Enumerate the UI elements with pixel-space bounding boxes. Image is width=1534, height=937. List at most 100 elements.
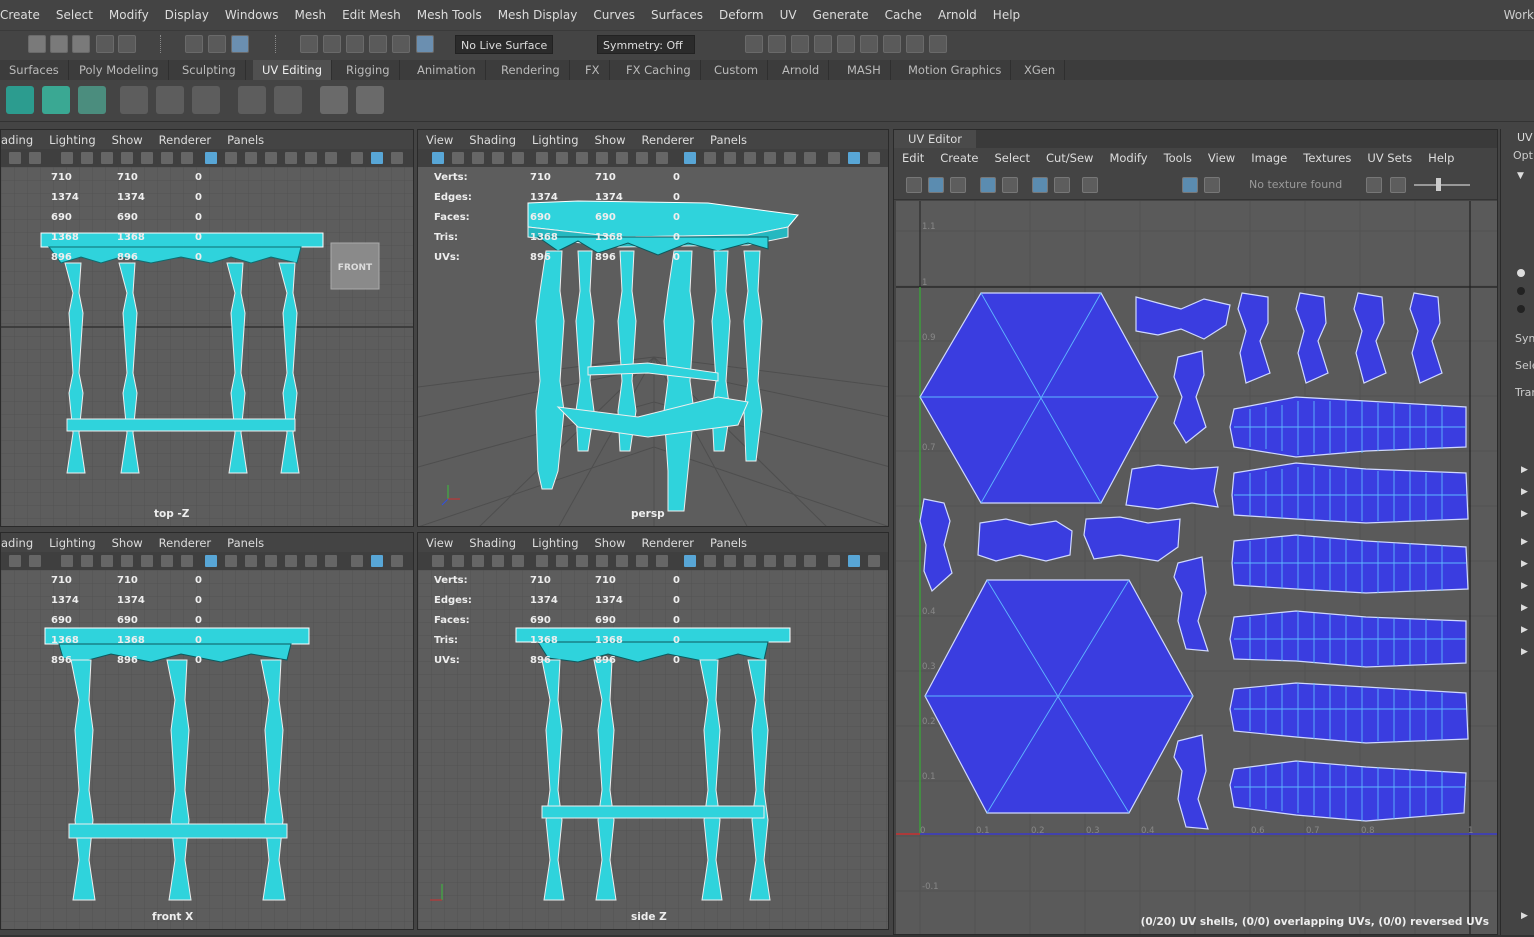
planar-map-icon[interactable]: [6, 86, 34, 114]
resolution-gate-icon[interactable]: [576, 555, 588, 567]
uv-checker-icon[interactable]: [1204, 177, 1220, 193]
uv-menu-modify[interactable]: Modify: [1101, 151, 1155, 165]
image-plane-icon[interactable]: [101, 152, 113, 164]
camera-lock-icon[interactable]: [29, 152, 41, 164]
uv-shell[interactable]: [1231, 462, 1469, 524]
safe-action-icon[interactable]: [744, 555, 756, 567]
camera-icon[interactable]: [536, 555, 548, 567]
cut-uv-icon[interactable]: [120, 86, 148, 114]
shelf-tab-rendering[interactable]: Rendering: [492, 60, 570, 80]
save-scene-icon[interactable]: [72, 35, 90, 53]
viewport-front[interactable]: ading Lighting Show Renderer Panels 710 …: [0, 532, 414, 930]
image-plane-icon[interactable]: [101, 555, 113, 567]
select-hierarchy-icon[interactable]: [185, 35, 203, 53]
arnold-render-icon[interactable]: [906, 35, 924, 53]
smooth-shade-icon[interactable]: [371, 555, 383, 567]
vp-menu-lighting[interactable]: Lighting: [524, 536, 586, 550]
render-settings-icon[interactable]: [814, 35, 832, 53]
grid-icon[interactable]: [684, 555, 696, 567]
shelf-tab-poly-modeling[interactable]: Poly Modeling: [70, 60, 169, 80]
image-plane-icon[interactable]: [512, 152, 524, 164]
uv-menu-create[interactable]: Create: [932, 151, 986, 165]
menu-select[interactable]: Select: [48, 8, 101, 22]
snap-grid-icon[interactable]: [300, 35, 318, 53]
vp-menu-view[interactable]: View: [418, 133, 461, 147]
safe-action-icon[interactable]: [744, 152, 756, 164]
menu-windows[interactable]: Windows: [217, 8, 287, 22]
vp-menu-renderer[interactable]: Renderer: [634, 133, 703, 147]
orient-icon[interactable]: [274, 86, 302, 114]
vp-menu-renderer[interactable]: Renderer: [151, 133, 220, 147]
uv-snapshot-icon[interactable]: [1082, 177, 1098, 193]
texel-density-icon[interactable]: [356, 86, 384, 114]
camera-icon[interactable]: [9, 555, 21, 567]
camera-attr-icon[interactable]: [472, 555, 484, 567]
checker-icon[interactable]: [320, 86, 348, 114]
film-gate-icon[interactable]: [556, 152, 568, 164]
film-gate-icon[interactable]: [141, 555, 153, 567]
render-frame-icon[interactable]: [745, 35, 763, 53]
wireframe-icon[interactable]: [828, 152, 840, 164]
redo-icon[interactable]: [118, 35, 136, 53]
menu-cache[interactable]: Cache: [877, 8, 930, 22]
uv-frame-icon[interactable]: [906, 177, 922, 193]
menu-curves[interactable]: Curves: [585, 8, 643, 22]
select-component-icon[interactable]: [231, 35, 249, 53]
light-editor-icon[interactable]: [883, 35, 901, 53]
layout-icon[interactable]: [238, 86, 266, 114]
shelf-tab-rigging[interactable]: Rigging: [337, 60, 400, 80]
viewport-canvas[interactable]: Verts: Edges: Faces: Tris: UVs: 710 1374…: [418, 570, 888, 929]
menu-mesh-tools[interactable]: Mesh Tools: [409, 8, 490, 22]
wireframe-icon[interactable]: [351, 152, 363, 164]
uv-distortion-icon[interactable]: [1002, 177, 1018, 193]
pause-icon[interactable]: [929, 35, 947, 53]
pencil-icon[interactable]: [656, 152, 668, 164]
menu-edit-mesh[interactable]: Edit Mesh: [334, 8, 409, 22]
vp-menu-show[interactable]: Show: [104, 536, 151, 550]
menu-arnold[interactable]: Arnold: [930, 8, 985, 22]
pencil-icon[interactable]: [616, 555, 628, 567]
field-chart-icon[interactable]: [724, 152, 736, 164]
undo-icon[interactable]: [96, 35, 114, 53]
chevron-right-icon[interactable]: ▶: [1521, 487, 1528, 497]
uv-grid-toggle-icon[interactable]: [1032, 177, 1048, 193]
uv-image-display-icon[interactable]: [1182, 177, 1198, 193]
uv-shaded-icon[interactable]: [980, 177, 996, 193]
symmetry-dropdown[interactable]: Symmetry: Off: [597, 35, 695, 54]
pencil-icon[interactable]: [636, 152, 648, 164]
pencil-icon[interactable]: [616, 152, 628, 164]
unfold-icon[interactable]: [192, 86, 220, 114]
wireframe-icon[interactable]: [351, 555, 363, 567]
render-sequence-icon[interactable]: [768, 35, 786, 53]
radio-button-icon[interactable]: [1517, 305, 1525, 313]
text-icon[interactable]: [804, 152, 816, 164]
options-menu[interactable]: Opti: [1513, 149, 1534, 162]
bookmark-icon[interactable]: [81, 152, 93, 164]
vp-menu-shading[interactable]: Shading: [461, 133, 524, 147]
vp-menu-lighting[interactable]: Lighting: [524, 133, 586, 147]
render-view-icon[interactable]: [860, 35, 878, 53]
exposure-slider[interactable]: [1414, 184, 1470, 186]
uv-pixel-snap-icon[interactable]: [1054, 177, 1070, 193]
xray-icon[interactable]: [305, 555, 317, 567]
chevron-right-icon[interactable]: ▶: [1521, 911, 1528, 921]
vp-menu-lighting[interactable]: Lighting: [41, 133, 103, 147]
live-surface-field[interactable]: No Live Surface: [455, 35, 553, 54]
camera-attr-icon[interactable]: [61, 555, 73, 567]
camera-lock-icon[interactable]: [452, 555, 464, 567]
shelf-tab-xgen[interactable]: XGen: [1015, 60, 1066, 80]
viewport-canvas[interactable]: 710 1374 690 1368 896 710 1374 690 1368 …: [1, 570, 413, 929]
uv-menu-textures[interactable]: Textures: [1295, 151, 1359, 165]
viewport-top[interactable]: ading Lighting Show Renderer Panels FRON…: [0, 129, 414, 527]
radio-button-icon[interactable]: [1517, 287, 1525, 295]
menu-create[interactable]: Create: [0, 8, 48, 22]
menu-deform[interactable]: Deform: [711, 8, 772, 22]
vp-menu-show[interactable]: Show: [104, 133, 151, 147]
snap-point-icon[interactable]: [346, 35, 364, 53]
pencil-icon[interactable]: [181, 555, 193, 567]
smooth-shade-icon[interactable]: [848, 152, 860, 164]
menu-generate[interactable]: Generate: [805, 8, 877, 22]
uv-shell[interactable]: [1125, 464, 1219, 510]
camera-icon[interactable]: [536, 152, 548, 164]
select-camera-icon[interactable]: [432, 152, 444, 164]
